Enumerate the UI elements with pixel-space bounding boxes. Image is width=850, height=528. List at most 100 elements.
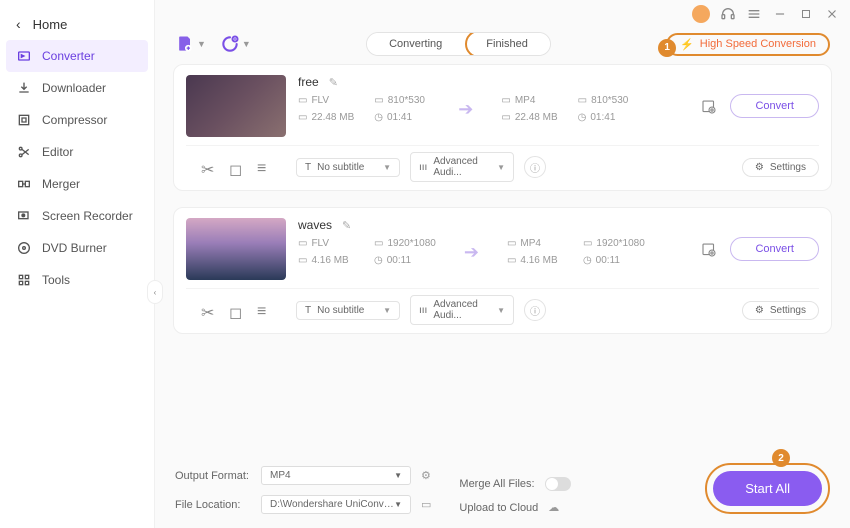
converter-icon <box>16 48 32 64</box>
folder-icon: ▭ <box>298 255 307 266</box>
toolbar: ▼ ▼ Converting Finished 3 ⚡ High Speed C… <box>155 28 850 64</box>
src-format: FLV <box>311 238 329 249</box>
upload-cloud-label: Upload to Cloud <box>459 502 538 514</box>
video-thumbnail[interactable] <box>186 218 286 280</box>
clock-icon: ◷ <box>374 255 383 266</box>
chevron-down-icon: ▼ <box>242 39 251 49</box>
folder-icon: ▭ <box>501 112 510 123</box>
add-file-button[interactable]: ▼ <box>175 34 206 54</box>
sidebar-item-label: Tools <box>42 273 70 287</box>
convert-button[interactable]: Convert <box>730 237 819 261</box>
gear-icon: ⚙ <box>755 305 764 316</box>
info-icon[interactable]: ⓘ <box>524 299 546 321</box>
video-thumbnail[interactable] <box>186 75 286 137</box>
chevron-down-icon: ▼ <box>394 471 402 480</box>
merge-files-label: Merge All Files: <box>459 478 534 490</box>
item-title: free <box>298 75 319 89</box>
grid-icon <box>16 272 32 288</box>
audio-icon: ııı <box>419 305 427 316</box>
edit-title-icon[interactable]: ✎ <box>342 219 351 232</box>
menu-icon[interactable] <box>746 6 762 22</box>
conversion-item: free ✎ ▭FLV ▭22.48 MB ▭810*530 ◷01:41 ➔ <box>173 64 832 191</box>
sidebar-item-compressor[interactable]: Compressor <box>0 104 154 136</box>
merge-toggle[interactable] <box>545 477 571 491</box>
format-settings-icon[interactable]: ⚙ <box>421 469 431 482</box>
window-titlebar <box>155 0 850 28</box>
folder-icon: ▭ <box>507 255 516 266</box>
avatar[interactable] <box>692 5 710 23</box>
sidebar-item-merger[interactable]: Merger <box>0 168 154 200</box>
sidebar-item-editor[interactable]: Editor <box>0 136 154 168</box>
file-location-select[interactable]: D:\Wondershare UniConverter 1▼ <box>261 495 411 514</box>
callout-badge-2: 2 <box>772 449 790 467</box>
footer-bar: Output Format: MP4▼ ⚙ File Location: D:\… <box>155 453 850 528</box>
subtitle-select[interactable]: TNo subtitle▼ <box>296 301 400 320</box>
home-label: Home <box>33 17 68 32</box>
dst-format: MP4 <box>515 95 536 106</box>
output-settings-icon[interactable] <box>700 98 718 121</box>
subtitle-select[interactable]: TNo subtitle▼ <box>296 158 400 177</box>
cloud-icon[interactable]: ☁ <box>548 501 559 514</box>
item-settings-button[interactable]: ⚙Settings <box>742 158 819 177</box>
sidebar-item-label: Converter <box>42 49 95 63</box>
headset-icon[interactable] <box>720 6 736 22</box>
crop-icon[interactable]: ◻ <box>229 303 243 317</box>
high-speed-toggle[interactable]: ⚡ High Speed Conversion 1 <box>666 33 830 56</box>
dst-size: 4.16 MB <box>520 255 557 266</box>
src-format: FLV <box>311 95 329 106</box>
chevron-down-icon: ▼ <box>497 306 505 315</box>
sidebar-item-dvd-burner[interactable]: DVD Burner <box>0 232 154 264</box>
effects-icon[interactable]: ≡ <box>257 160 271 174</box>
open-folder-icon[interactable]: ▭ <box>421 498 431 511</box>
clock-icon: ◷ <box>374 112 383 123</box>
trim-icon[interactable]: ✂ <box>201 160 215 174</box>
src-duration: 00:11 <box>387 255 411 266</box>
dst-resolution: 1920*1080 <box>596 238 644 249</box>
gear-icon: ⚙ <box>755 162 764 173</box>
sidebar-collapse-handle[interactable]: ‹ <box>147 280 163 304</box>
sidebar-item-tools[interactable]: Tools <box>0 264 154 296</box>
start-all-button[interactable]: Start All <box>713 471 822 506</box>
chevron-down-icon: ▼ <box>497 163 505 172</box>
subtitle-icon: T <box>305 305 311 316</box>
sidebar-item-label: DVD Burner <box>42 241 107 255</box>
output-format-select[interactable]: MP4▼ <box>261 466 411 485</box>
sidebar-item-downloader[interactable]: Downloader <box>0 72 154 104</box>
info-icon[interactable]: ⓘ <box>524 156 546 178</box>
output-settings-icon[interactable] <box>700 241 718 264</box>
conversion-item: waves ✎ ▭FLV ▭4.16 MB ▭1920*1080 ◷00:11 … <box>173 207 832 334</box>
tab-finished[interactable]: Finished 3 <box>464 33 550 55</box>
video-icon: ▭ <box>507 238 516 249</box>
arrow-icon: ➔ <box>450 99 481 120</box>
bolt-icon: ⚡ <box>680 38 694 51</box>
dst-resolution: 810*530 <box>591 95 628 106</box>
convert-button[interactable]: Convert <box>730 94 819 118</box>
clock-icon: ◷ <box>578 112 587 123</box>
item-settings-button[interactable]: ⚙Settings <box>742 301 819 320</box>
audio-select[interactable]: ıııAdvanced Audi...▼ <box>410 295 514 325</box>
callout-badge-1: 1 <box>658 39 676 57</box>
add-url-button[interactable]: ▼ <box>220 34 251 54</box>
file-location-label: File Location: <box>175 499 251 511</box>
back-icon: ‹ <box>16 16 21 32</box>
sidebar-item-label: Screen Recorder <box>42 209 133 223</box>
close-icon[interactable] <box>824 6 840 22</box>
dst-duration: 00:11 <box>596 255 620 266</box>
edit-title-icon[interactable]: ✎ <box>329 76 338 89</box>
effects-icon[interactable]: ≡ <box>257 303 271 317</box>
status-tabs: Converting Finished 3 <box>366 32 551 56</box>
resolution-icon: ▭ <box>583 238 592 249</box>
output-format-label: Output Format: <box>175 470 251 482</box>
crop-icon[interactable]: ◻ <box>229 160 243 174</box>
video-icon: ▭ <box>298 238 307 249</box>
audio-select[interactable]: ıııAdvanced Audi...▼ <box>410 152 514 182</box>
home-nav[interactable]: ‹ Home <box>0 8 154 40</box>
sidebar-item-screen-recorder[interactable]: Screen Recorder <box>0 200 154 232</box>
sidebar-item-label: Compressor <box>42 113 107 127</box>
minimize-icon[interactable] <box>772 6 788 22</box>
tab-converting[interactable]: Converting <box>367 33 464 55</box>
sidebar-item-converter[interactable]: Converter <box>6 40 148 72</box>
src-size: 4.16 MB <box>311 255 348 266</box>
maximize-icon[interactable] <box>798 6 814 22</box>
trim-icon[interactable]: ✂ <box>201 303 215 317</box>
